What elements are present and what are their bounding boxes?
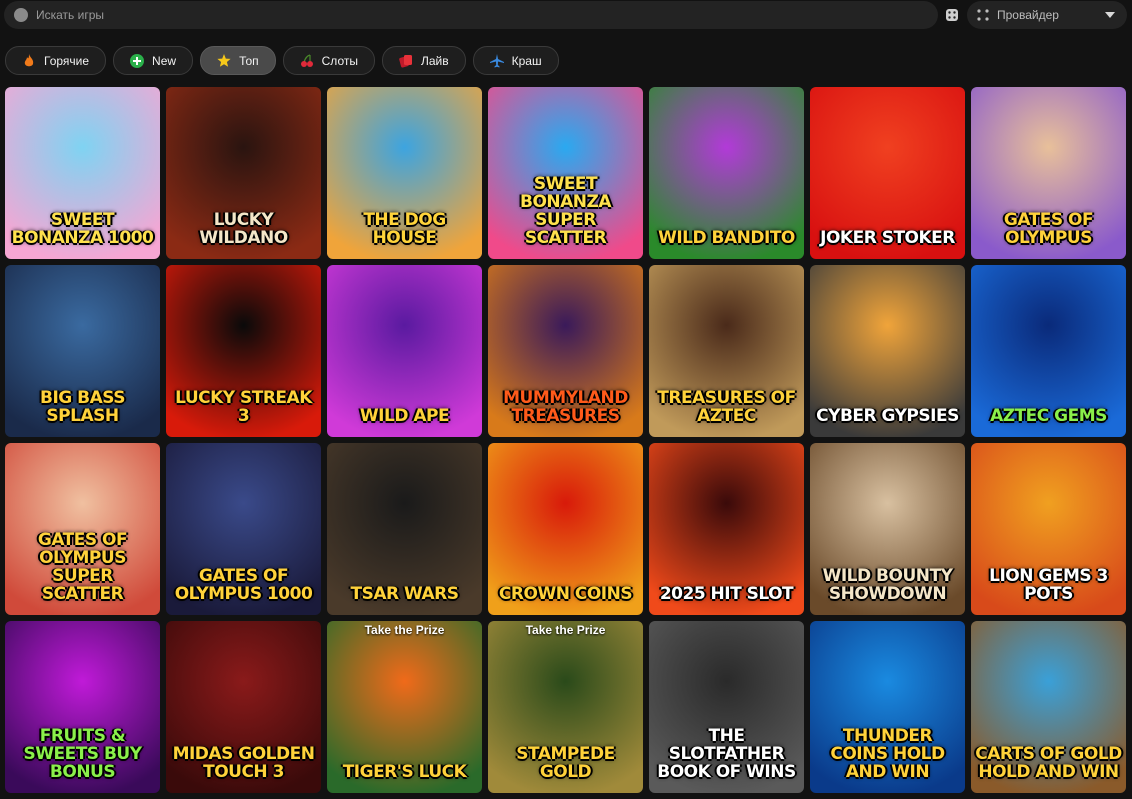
game-tile[interactable]: Crown Coins <box>488 443 643 615</box>
game-grid: Sweet Bonanza 1000 Lucky Wildano The Dog H… <box>5 87 1127 793</box>
plus-circle-icon <box>130 53 145 68</box>
game-title: The Dog House <box>363 210 446 248</box>
game-title: Crown Coins <box>498 584 633 604</box>
cards-icon <box>399 54 413 68</box>
game-tile[interactable]: Take the Prize Tiger's Luck <box>327 621 482 793</box>
tab-label: Слоты <box>321 53 358 68</box>
game-title: Joker Stoker <box>820 228 955 248</box>
game-tile[interactable]: Sweet Bonanza Super Scatter <box>488 87 643 259</box>
game-title: Sweet Bonanza 1000 <box>11 210 154 248</box>
tab-label: Топ <box>239 53 259 68</box>
game-tile[interactable]: Lucky Streak 3 <box>166 265 321 437</box>
game-title: Tiger's Luck <box>342 762 467 782</box>
game-tile[interactable]: Wild Bounty Showdown <box>810 443 965 615</box>
game-tile[interactable]: Tsar Wars <box>327 443 482 615</box>
game-tile[interactable]: Lion Gems 3 Pots <box>971 443 1126 615</box>
game-tile[interactable]: Cyber Gypsies <box>810 265 965 437</box>
game-tile[interactable]: Wild Bandito <box>649 87 804 259</box>
game-title: Treasures of Aztec <box>657 388 796 426</box>
tab-label: Лайв <box>420 53 449 68</box>
tab-label: Горячие <box>44 53 90 68</box>
game-tile[interactable]: Treasures of Aztec <box>649 265 804 437</box>
game-tile[interactable]: Lucky Wildano <box>166 87 321 259</box>
game-tile[interactable]: Sweet Bonanza 1000 <box>5 87 160 259</box>
airplane-icon <box>489 53 504 68</box>
search-bar[interactable] <box>4 1 938 29</box>
game-tile[interactable]: The Dog House <box>327 87 482 259</box>
tab-label: Краш <box>511 53 542 68</box>
provider-select[interactable]: Провайдер <box>967 1 1127 29</box>
game-tile[interactable]: The Slotfather Book of Wins <box>649 621 804 793</box>
game-title: Gates of Olympus 1000 <box>174 566 313 604</box>
game-title: Stampede Gold <box>516 744 615 782</box>
game-title: Lion Gems 3 Pots <box>989 566 1108 604</box>
game-title: The Slotfather Book of Wins <box>657 726 796 782</box>
tab-live[interactable]: Лайв <box>381 46 466 75</box>
game-tile[interactable]: Aztec Gems <box>971 265 1126 437</box>
game-tile[interactable]: Take the Prize Stampede Gold <box>488 621 643 793</box>
game-title: Carts of Gold Hold and Win <box>975 744 1122 782</box>
provider-badge: Take the Prize <box>364 623 445 637</box>
game-tile[interactable]: Wild Ape <box>327 265 482 437</box>
game-title: Midas Golden Touch 3 <box>172 744 315 782</box>
game-title: Wild Ape <box>359 406 450 426</box>
search-icon <box>14 8 28 22</box>
provider-label: Провайдер <box>997 8 1059 22</box>
game-title: Lucky Streak 3 <box>175 388 312 426</box>
cherries-icon <box>300 53 314 68</box>
game-tile[interactable]: Gates of Olympus Super Scatter <box>5 443 160 615</box>
tab-hot[interactable]: Горячие <box>5 46 107 75</box>
game-title: Wild Bandito <box>658 228 795 248</box>
tab-slots[interactable]: Слоты <box>282 46 375 75</box>
game-title: Wild Bounty Showdown <box>822 566 953 604</box>
game-title: Fruits & Sweets Buy Bonus <box>23 726 142 782</box>
game-title: Gates of Olympus Super Scatter <box>37 530 128 604</box>
category-tabs: Горячие New Топ Слоты Лайв Краш <box>5 46 559 75</box>
search-input[interactable] <box>36 8 896 22</box>
game-tile[interactable]: Fruits & Sweets Buy Bonus <box>5 621 160 793</box>
game-tile[interactable]: Carts of Gold Hold and Win <box>971 621 1126 793</box>
provider-badge: Take the Prize <box>525 623 606 637</box>
game-title: Mummyland Treasures <box>503 388 628 426</box>
dice-icon <box>946 9 958 21</box>
game-tile[interactable]: Gates of Olympus 1000 <box>166 443 321 615</box>
game-title: 2025 Hit Slot <box>659 584 794 604</box>
random-game-button[interactable] <box>942 5 962 25</box>
game-tile[interactable]: Thunder Coins Hold and Win <box>810 621 965 793</box>
game-tile[interactable]: Gates of Olympus <box>971 87 1126 259</box>
game-tile[interactable]: Mummyland Treasures <box>488 265 643 437</box>
game-tile[interactable]: Big Bass Splash <box>5 265 160 437</box>
game-title: Lucky Wildano <box>199 210 288 248</box>
game-title: Thunder Coins Hold and Win <box>830 726 945 782</box>
tab-new[interactable]: New <box>113 46 194 75</box>
game-title: Gates of Olympus <box>1003 210 1094 248</box>
chevron-down-icon <box>1105 12 1115 18</box>
game-title: Tsar Wars <box>350 584 459 604</box>
game-title: Big Bass Splash <box>40 388 126 426</box>
grid-icon <box>977 9 989 21</box>
tab-label: New <box>152 53 177 68</box>
tab-top[interactable]: Топ <box>200 46 276 75</box>
game-title: Aztec Gems <box>990 406 1107 426</box>
game-title: Cyber Gypsies <box>816 406 959 426</box>
star-icon <box>217 53 231 68</box>
fire-icon <box>22 53 36 68</box>
game-tile[interactable]: Midas Golden Touch 3 <box>166 621 321 793</box>
game-tile[interactable]: 2025 Hit Slot <box>649 443 804 615</box>
tab-crash[interactable]: Краш <box>472 46 559 75</box>
game-tile[interactable]: Joker Stoker <box>810 87 965 259</box>
game-title: Sweet Bonanza Super Scatter <box>519 174 612 248</box>
